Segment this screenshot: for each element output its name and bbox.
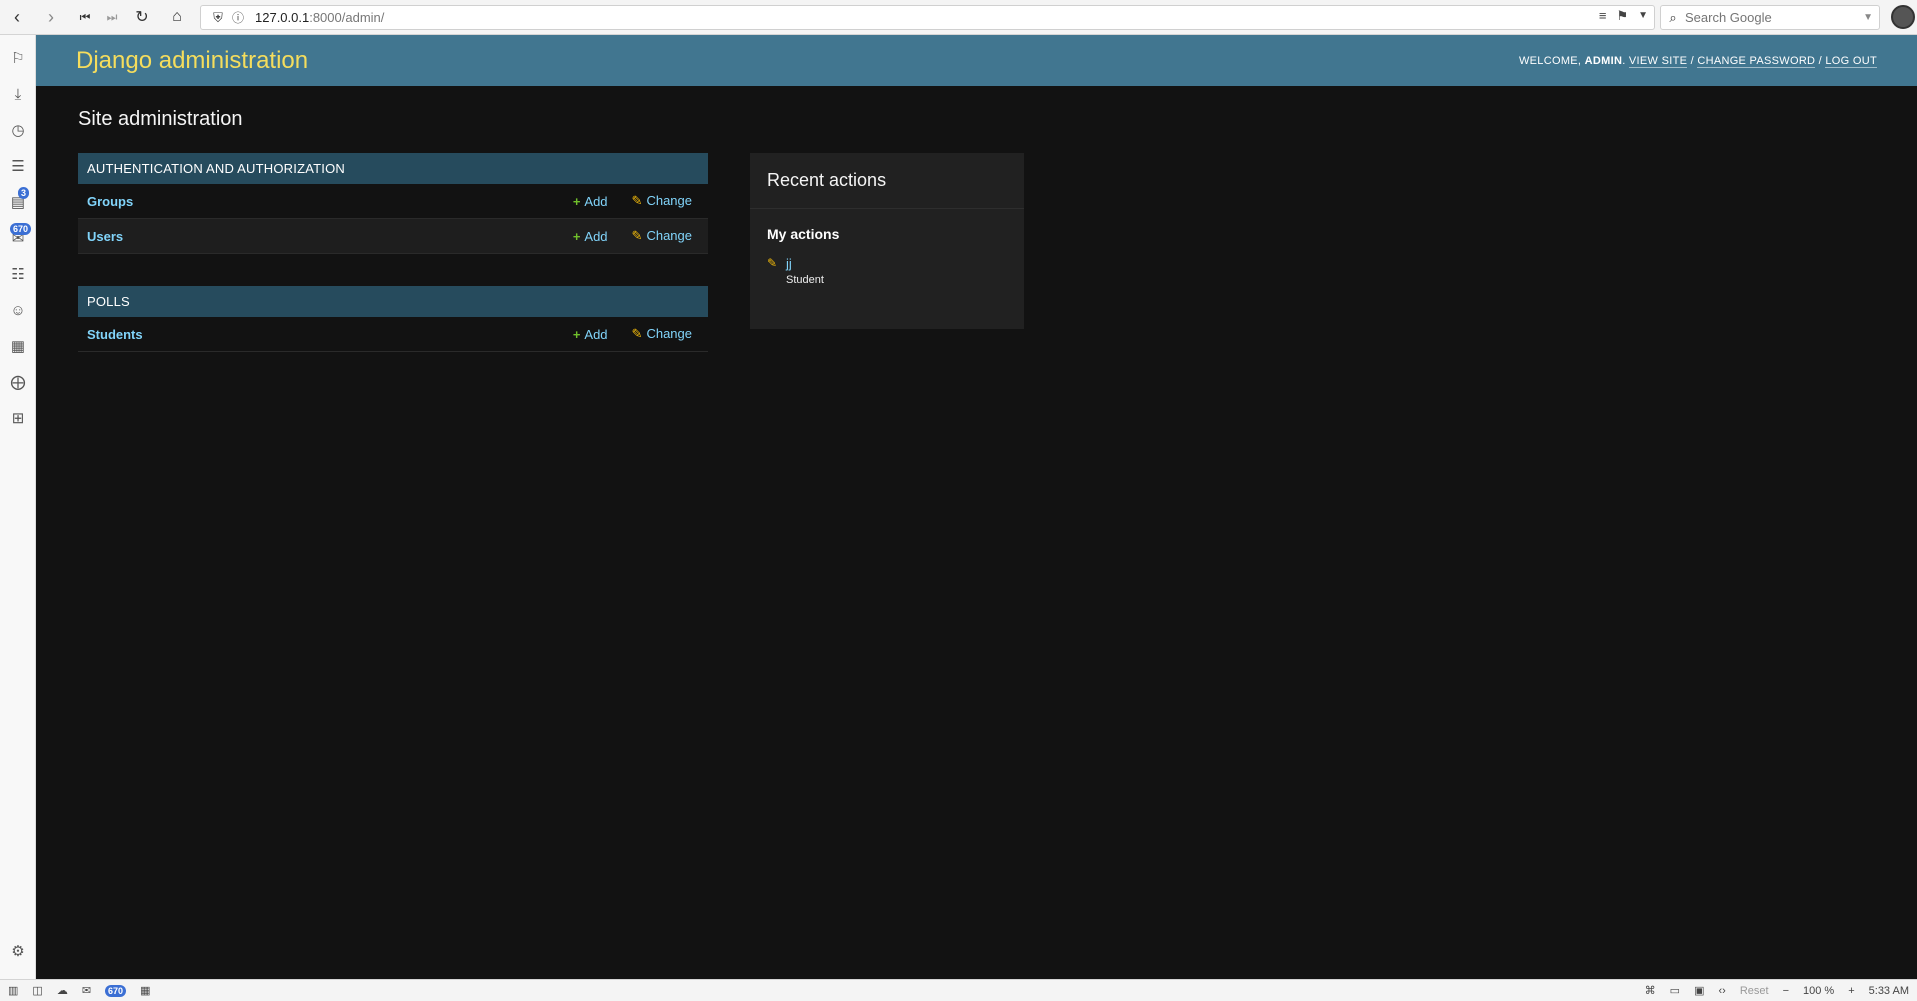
translate-icon[interactable]: ⨁ <box>4 368 32 396</box>
address-bar[interactable]: ⛨ ⓘ 127.0.0.1:8000/admin/ ≡ ⚑ ▼ <box>200 5 1655 30</box>
search-input[interactable] <box>1685 10 1845 25</box>
contacts-icon[interactable]: ☺ <box>4 296 32 324</box>
zoom-in-icon[interactable]: + <box>1848 985 1854 997</box>
page-title: Site administration <box>78 108 243 130</box>
window-icon[interactable]: ▭ <box>1670 984 1680 997</box>
mail-status-badge: 670 <box>105 984 127 997</box>
code-icon[interactable]: ‹› <box>1718 985 1725 997</box>
rewind-icon[interactable]: ⏮ <box>70 0 100 35</box>
info-icon[interactable]: ⓘ <box>229 9 247 26</box>
recent-actions-title: Recent actions <box>750 153 1024 209</box>
reset-zoom-button[interactable]: Reset <box>1740 985 1769 997</box>
bookmark-icon[interactable]: ⚐ <box>4 44 32 72</box>
browser-toolbar: ‹ › ⏮ ⏭ ↻ ⌂ ⛨ ⓘ 127.0.0.1:8000/admin/ ≡ … <box>0 0 1917 35</box>
site-brand[interactable]: Django administration <box>76 47 308 75</box>
change-users-button[interactable]: ✎ Change <box>632 228 692 244</box>
shield-icon: ⛨ <box>213 9 223 25</box>
plus-icon: + <box>572 228 581 244</box>
pencil-icon: ✎ <box>631 326 643 341</box>
plus-icon: + <box>572 193 581 209</box>
mail-icon[interactable]: ✉ <box>82 984 91 997</box>
model-link-users[interactable]: Users <box>87 229 573 244</box>
mail-badge: 670 <box>10 223 32 235</box>
change-students-button[interactable]: ✎ Change <box>632 326 692 342</box>
username: admin <box>1584 54 1623 67</box>
add-panel-icon[interactable]: ⊞ <box>4 404 32 432</box>
cloud-icon[interactable]: ☁ <box>57 984 68 997</box>
model-row-students: Students + Add ✎ Change <box>78 317 708 352</box>
fast-forward-icon[interactable]: ⏭ <box>97 0 127 35</box>
view-site-link[interactable]: View site <box>1628 54 1688 68</box>
zoom-out-icon[interactable]: − <box>1783 985 1789 997</box>
plus-icon: + <box>572 326 581 342</box>
clock: 5:33 AM <box>1868 984 1909 997</box>
app-module-auth: Authentication and Authorization Groups … <box>78 153 708 254</box>
calendar-icon[interactable]: ▦ <box>4 332 32 360</box>
chevron-down-icon[interactable]: ▼ <box>1863 12 1873 23</box>
change-password-link[interactable]: Change password <box>1697 54 1816 68</box>
search-icon: ⌕ <box>1669 9 1677 25</box>
recent-actions-panel: Recent actions My actions ✎ jj Student <box>750 153 1024 329</box>
gear-icon[interactable]: ⚙ <box>4 937 32 965</box>
model-row-users: Users + Add ✎ Change <box>78 219 708 254</box>
back-icon[interactable]: ‹ <box>2 0 32 35</box>
status-bar: ▥ ◫ ☁ ✉ 670 ▦ ⌘ ▭ ▣ ‹› Reset − 100 % + 5… <box>0 979 1917 1001</box>
browser-sidebar: ⚐ ⤓ ◷ ☰ ▤ 3 ✉ 670 ☷ ☺ ▦ ⨁ ⊞ ⚙ <box>0 35 36 979</box>
forward-icon[interactable]: › <box>36 0 66 35</box>
chevron-down-icon[interactable]: ▼ <box>1638 10 1648 24</box>
model-link-groups[interactable]: Groups <box>87 194 573 209</box>
camera-icon[interactable]: ⌘ <box>1645 984 1656 997</box>
model-row-groups: Groups + Add ✎ Change <box>78 184 708 219</box>
change-groups-button[interactable]: ✎ Change <box>632 193 692 209</box>
tabs-badge: 3 <box>18 187 30 199</box>
feeds-icon[interactable]: ☷ <box>4 260 32 288</box>
add-students-button[interactable]: + Add <box>573 327 608 342</box>
image-icon[interactable]: ▣ <box>1694 984 1704 997</box>
model-link-students[interactable]: Students <box>87 327 573 342</box>
app-header-auth[interactable]: Authentication and Authorization <box>78 153 708 184</box>
tiling-icon[interactable]: ◫ <box>32 984 42 997</box>
my-actions-heading: My actions <box>767 226 840 242</box>
reader-icon[interactable]: ≡ <box>1599 8 1607 24</box>
recent-action-item: ✎ jj Student <box>750 242 1024 286</box>
download-icon[interactable]: ⤓ <box>4 80 32 108</box>
add-groups-button[interactable]: + Add <box>573 194 608 209</box>
history-icon[interactable]: ◷ <box>4 116 32 144</box>
app-header-polls[interactable]: Polls <box>78 286 708 317</box>
url-text: 127.0.0.1:8000/admin/ <box>255 10 385 25</box>
content: Site administration <box>36 108 1917 131</box>
search-box[interactable]: ⌕ ▼ <box>1660 5 1880 30</box>
pencil-icon: ✎ <box>767 256 778 270</box>
pencil-icon: ✎ <box>631 193 643 208</box>
user-tools: Welcome, admin. View site / Change passw… <box>1518 54 1877 68</box>
notes-icon[interactable]: ☰ <box>4 152 32 180</box>
recent-action-link[interactable]: jj <box>786 256 824 271</box>
log-out-link[interactable]: Log out <box>1825 54 1877 68</box>
zoom-level[interactable]: 100 % <box>1803 985 1834 997</box>
add-users-button[interactable]: + Add <box>573 229 608 244</box>
admin-page: Django administration Welcome, admin. Vi… <box>36 35 1917 979</box>
pencil-icon: ✎ <box>631 228 643 243</box>
welcome-text: Welcome, <box>1518 54 1582 67</box>
app-module-polls: Polls Students + Add ✎ Change <box>78 286 708 352</box>
home-icon[interactable]: ⌂ <box>162 0 192 35</box>
reload-icon[interactable]: ↻ <box>127 0 157 35</box>
panel-toggle-icon[interactable]: ▥ <box>8 984 18 997</box>
bookmark-icon[interactable]: ⚑ <box>1616 8 1628 24</box>
calendar-icon[interactable]: ▦ <box>140 984 150 997</box>
recent-action-type: Student <box>786 274 824 286</box>
admin-header: Django administration Welcome, admin. Vi… <box>36 35 1917 86</box>
profile-avatar[interactable] <box>1891 5 1915 29</box>
